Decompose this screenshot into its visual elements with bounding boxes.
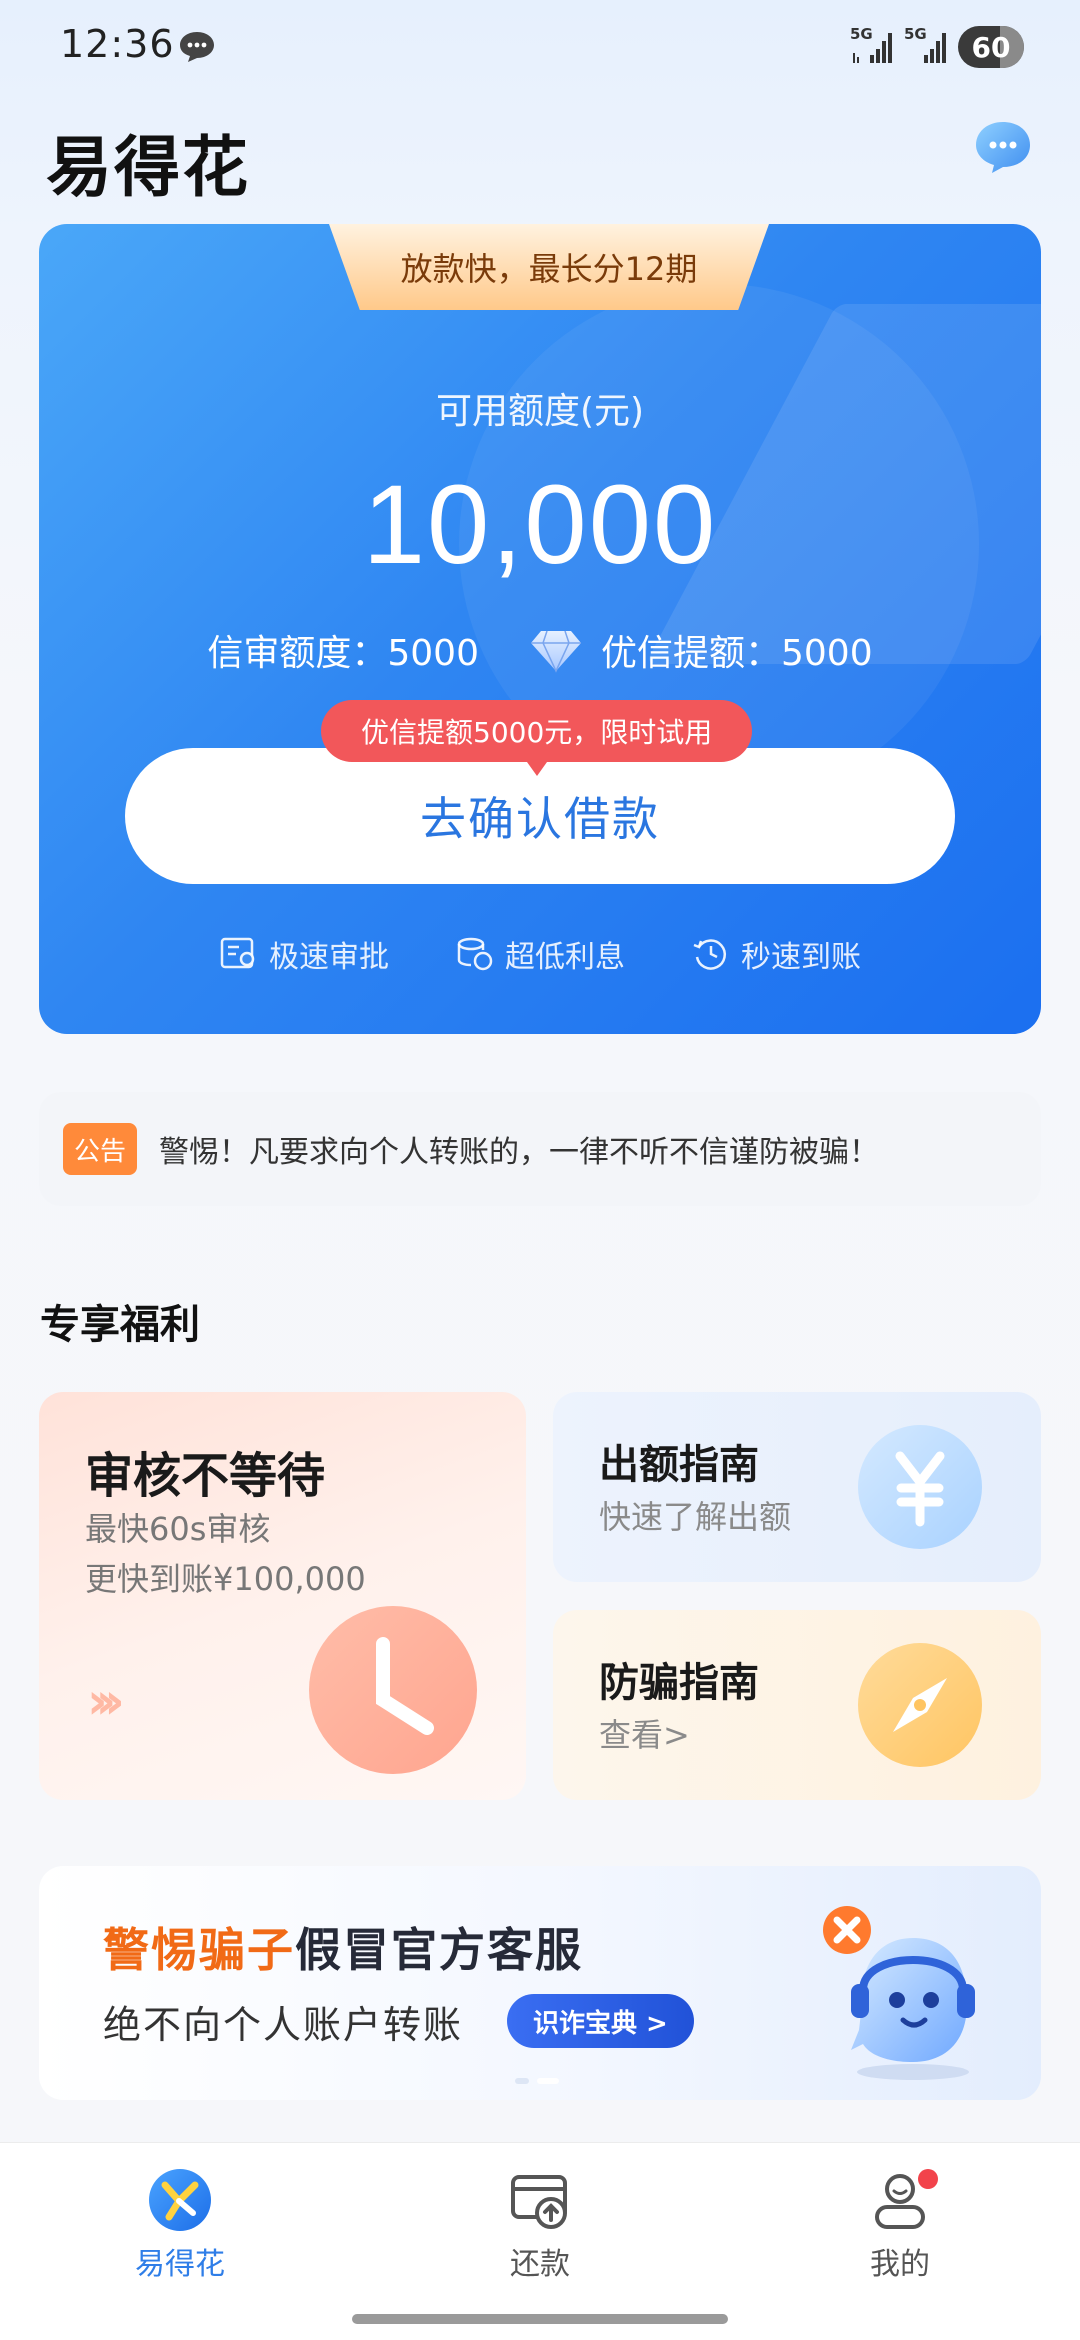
banner-pagination <box>515 2078 559 2084</box>
app-title: 易得花 <box>46 129 250 206</box>
available-limit-label: 可用额度(元) <box>435 391 645 432</box>
compass-icon <box>858 1643 982 1767</box>
robot-mascot-icon <box>823 1906 975 2080</box>
card-subtitle: 查看> <box>599 1716 690 1754</box>
fraud-guide-button[interactable]: 识诈宝典 > <box>507 1994 694 2048</box>
clock-arrow-icon <box>693 939 726 970</box>
section-title: 专享福利 <box>40 1302 200 1348</box>
banner-warn-text: 警惕骗子 <box>103 1923 295 1977</box>
pagination-dot-active <box>537 2078 559 2084</box>
feature-instant-arrival: 秒速到账 <box>691 932 861 976</box>
customer-service-icon[interactable] <box>972 118 1034 176</box>
card-title: 出额指南 <box>599 1442 759 1488</box>
wallet-upload-icon <box>511 2175 567 2229</box>
credit-card-panel: 放款快，最长分12期 可用额度(元) 10,000 信审额度：5000 优信提额… <box>39 224 1041 1034</box>
home-indicator[interactable] <box>352 2314 728 2324</box>
card-subtitle: 快速了解出额 <box>599 1498 792 1536</box>
anti-fraud-guide-card[interactable]: 防骗指南 查看> <box>553 1610 1041 1800</box>
notice-tag: 公告 <box>63 1123 137 1175</box>
feature-label: 秒速到账 <box>741 940 861 975</box>
card-subtitle: 更快到账¥100,000 <box>85 1560 366 1598</box>
message-notification-icon <box>180 32 214 62</box>
anti-fraud-banner[interactable]: 警惕骗子假冒官方客服 绝不向个人账户转账 识诈宝典 > <box>39 1866 1041 2100</box>
diamond-icon <box>531 630 581 673</box>
nav-repay[interactable]: 还款 <box>440 2167 640 2283</box>
status-time: 12:36 <box>60 22 175 66</box>
battery-level: 60 <box>971 30 1011 64</box>
nav-label: 易得花 <box>135 2247 225 2282</box>
feature-label: 极速审批 <box>269 940 389 975</box>
clock-icon <box>309 1606 477 1774</box>
signal-icon: 5G <box>850 25 894 67</box>
credit-limit: 信审额度：5000 <box>207 633 479 674</box>
approval-icon <box>220 937 255 969</box>
battery-indicator: 60 <box>958 26 1024 68</box>
home-logo-icon <box>149 2169 211 2231</box>
banner-headline: 警惕骗子假冒官方客服 <box>103 1914 583 1980</box>
yuan-icon <box>858 1425 982 1549</box>
coins-icon <box>457 937 493 971</box>
feature-label: 超低利息 <box>505 940 625 975</box>
nav-home[interactable]: 易得花 <box>80 2167 280 2283</box>
card-title: 防骗指南 <box>599 1660 759 1706</box>
fast-review-card[interactable]: 审核不等待 最快60s审核 更快到账¥100,000 ››› <box>39 1392 526 1800</box>
banner-subline: 绝不向个人账户转账 <box>103 2003 464 2047</box>
card-title: 审核不等待 <box>85 1448 326 1504</box>
nav-label: 还款 <box>510 2247 570 2282</box>
nav-label: 我的 <box>870 2247 930 2282</box>
pagination-dot <box>515 2078 529 2084</box>
feature-low-interest: 超低利息 <box>455 932 625 976</box>
banner-rest-text: 假冒官方客服 <box>295 1923 583 1977</box>
promo-tag: 优信提额5000元，限时试用 <box>321 700 753 776</box>
notification-dot <box>918 2169 938 2189</box>
card-subtitle: 最快60s审核 <box>85 1510 271 1548</box>
premium-limit: 优信提额：5000 <box>601 633 873 674</box>
chevrons-icon: ››› <box>87 1672 125 1730</box>
limit-guide-card[interactable]: 出额指南 快速了解出额 <box>553 1392 1041 1582</box>
notice-bar[interactable]: 公告 警惕！凡要求向个人转账的，一律不听不信谨防被骗！ <box>39 1092 1041 1206</box>
limit-breakdown: 信审额度：5000 优信提额：5000 <box>39 624 1041 676</box>
notice-text: 警惕！凡要求向个人转账的，一律不听不信谨防被骗！ <box>159 1135 879 1170</box>
available-limit-amount: 10,000 <box>362 462 718 587</box>
signal-icon: 5G <box>904 25 948 67</box>
feature-fast-approval: 极速审批 <box>219 932 389 976</box>
nav-mine[interactable]: 我的 <box>800 2167 1000 2283</box>
app-header: 易得花 <box>0 96 1080 216</box>
bottom-navigation: 易得花 还款 我的 <box>0 2142 1080 2340</box>
loan-badge: 放款快，最长分12期 <box>329 224 769 310</box>
feature-row: 极速审批 超低利息 秒速到账 <box>39 932 1041 976</box>
status-bar: 12:36 5G 5G 60 <box>0 0 1080 96</box>
